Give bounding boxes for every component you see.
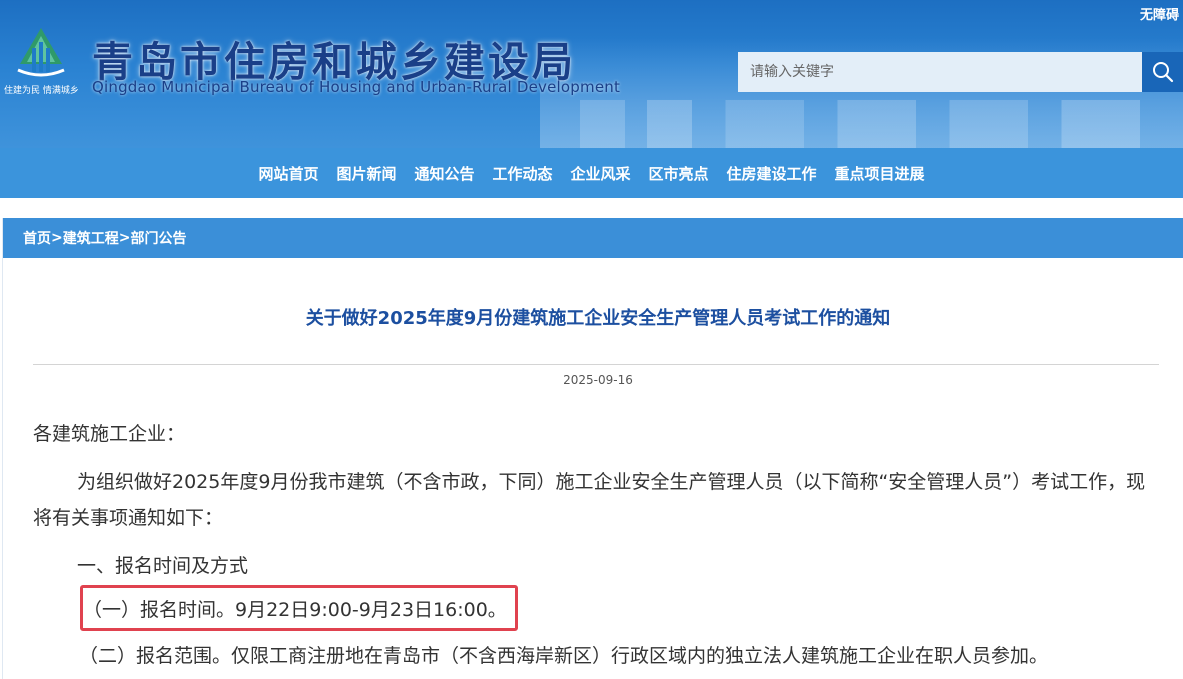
registration-time-item: （一）报名时间。9月22日9:00-9月23日16:00。 [83,599,507,621]
section-heading: 一、报名时间及方式 [77,555,249,577]
nav-item-enterprise[interactable]: 企业风采 [562,163,640,184]
nav-item-photo-news[interactable]: 图片新闻 [327,163,405,184]
article-salutation: 各建筑施工企业： [33,423,186,445]
article-title: 关于做好2025年度9月份建筑施工企业安全生产管理人员考试工作的通知 [305,308,891,329]
breadcrumb-dept-notices[interactable]: 部门公告 [130,228,186,248]
search-icon [1152,62,1173,83]
search-button[interactable] [1142,52,1183,92]
logo-slogan: 住建为民 情满城乡 [4,86,79,96]
site-subtitle: Qingdao Municipal Bureau of Housing and … [92,78,621,96]
search-bar [738,52,1183,92]
nav-item-district-highlights[interactable]: 区市亮点 [640,163,718,184]
title-divider [33,364,1159,365]
breadcrumb-separator: > [51,230,63,246]
breadcrumb-home[interactable]: 首页 [23,228,51,248]
registration-scope-item: （二）报名范围。仅限工商注册地在青岛市（不含西海岸新区）行政区域内的独立法人建筑… [79,645,1049,667]
nav-item-housing-work[interactable]: 住房建设工作 [718,163,826,184]
breadcrumb-separator: > [118,230,131,246]
nav-item-key-projects[interactable]: 重点项目进展 [826,163,934,184]
accessibility-link[interactable]: 无障碍 [1140,4,1179,23]
nav-item-notices[interactable]: 通知公告 [405,163,483,184]
publish-date: 2025-09-16 [563,373,633,387]
search-input[interactable] [738,52,1142,92]
nav-item-work-updates[interactable]: 工作动态 [483,163,561,184]
site-header: 无障碍 住建为民 情满城乡 青岛市住房和城乡建设局 Qingdao Munici… [0,0,1183,148]
breadcrumb-construction[interactable]: 建筑工程 [63,228,119,248]
article-paragraph: 为组织做好2025年度9月份我市建筑（不含市政，下同）施工企业安全生产管理人员（… [33,471,1146,529]
main-nav: 网站首页 图片新闻 通知公告 工作动态 企业风采 区市亮点 住房建设工作 重点项… [0,148,1183,198]
bureau-logo-icon[interactable] [14,26,68,80]
nav-item-home[interactable]: 网站首页 [249,163,327,184]
breadcrumb: 首页 > 建筑工程 > 部门公告 [3,218,1183,258]
content-panel: 首页 > 建筑工程 > 部门公告 关于做好2025年度9月份建筑施工企业安全生产… [2,218,1183,679]
